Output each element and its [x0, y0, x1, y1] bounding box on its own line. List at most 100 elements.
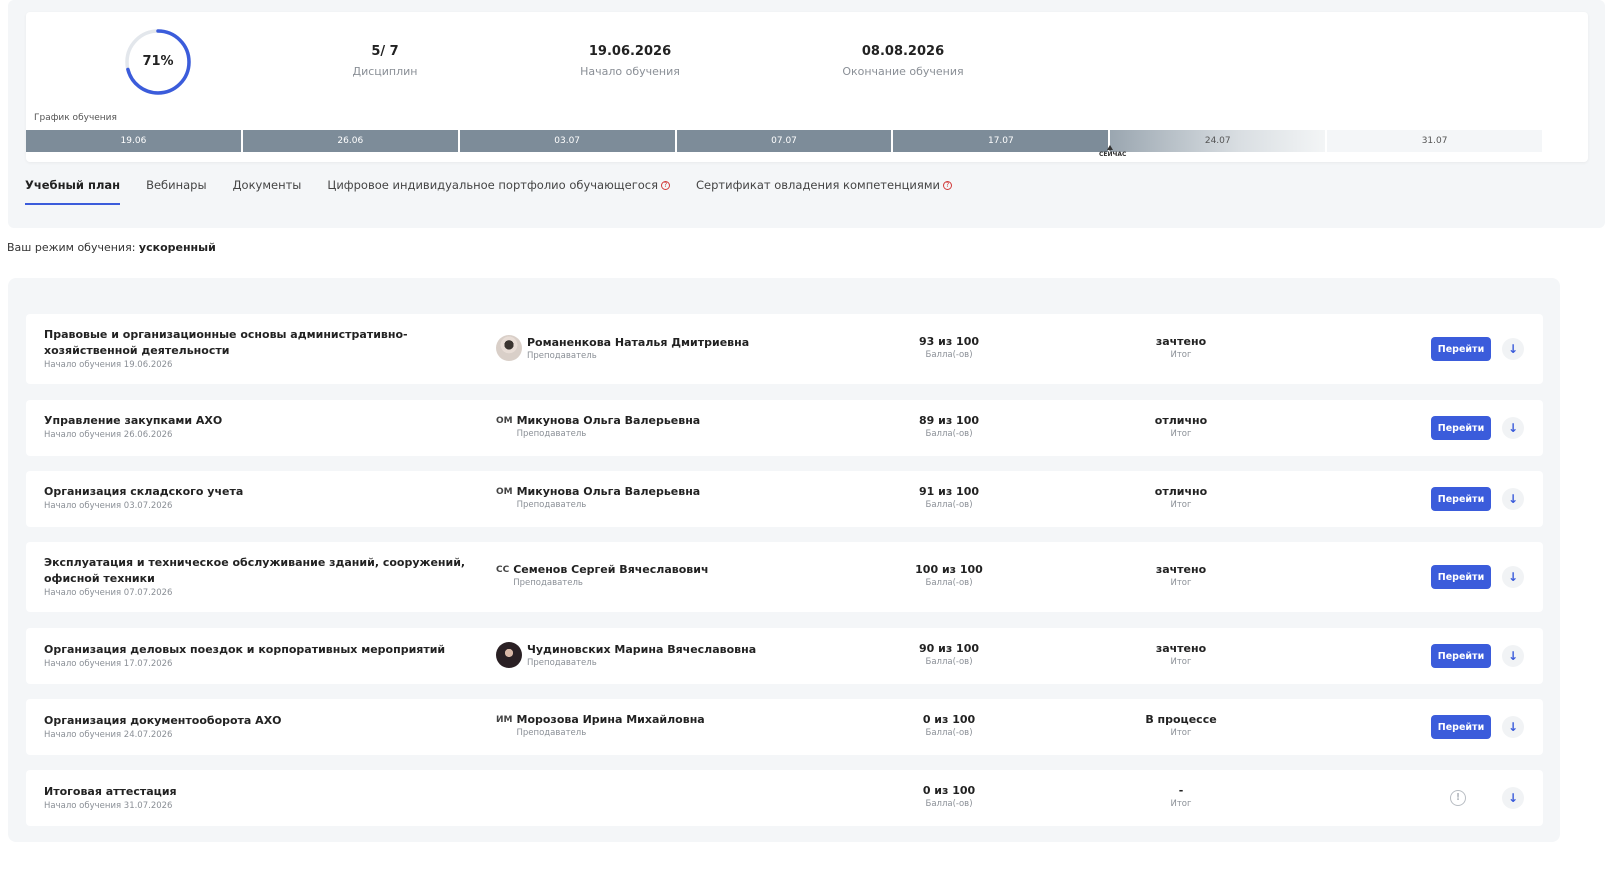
teacher-info: ОМ Микунова Ольга Валерьевна Преподавател…	[496, 414, 700, 439]
timeline-segment: 03.07	[459, 130, 677, 152]
score-unit: Балла(-ов)	[925, 429, 973, 439]
result-block: - Итог	[1131, 784, 1231, 809]
course-start-date: Начало обучения 17.07.2026	[44, 659, 173, 669]
course-name: Управление закупками АХО	[44, 414, 223, 427]
timeline-segment-future: 31.07	[1327, 130, 1543, 152]
teacher-role: Преподаватель	[516, 429, 587, 439]
expand-arrow-icon[interactable]: ↓	[1502, 488, 1524, 510]
tab-label: Учебный план	[25, 178, 121, 192]
course-row: Правовые и организационные основы админи…	[26, 314, 1543, 384]
tab-study-plan[interactable]: Учебный план	[25, 175, 121, 205]
course-name: Правовые и организационные основы админи…	[44, 328, 408, 357]
course-start-date: Начало обучения 03.07.2026	[44, 501, 173, 511]
course-info: Эксплуатация и техническое обслуживание …	[44, 555, 484, 598]
go-button[interactable]: Перейти	[1431, 644, 1491, 668]
course-start-date: Начало обучения 31.07.2026	[44, 801, 173, 811]
result-value: зачтено	[1155, 642, 1207, 655]
go-button[interactable]: Перейти	[1431, 715, 1491, 739]
score-unit: Балла(-ов)	[925, 350, 973, 360]
score-block: 100 из 100 Балла(-ов)	[899, 563, 999, 588]
course-start-date: Начало обучения 26.06.2026	[44, 430, 173, 440]
course-info: Организация складского учета Начало обуч…	[44, 484, 484, 511]
result-block: отлично Итог	[1131, 414, 1231, 439]
result-block: зачтено Итог	[1131, 642, 1231, 667]
score-block: 93 из 100 Балла(-ов)	[899, 335, 999, 360]
result-value: отлично	[1154, 485, 1208, 498]
course-info: Правовые и организационные основы админи…	[44, 327, 484, 370]
course-name: Эксплуатация и техническое обслуживание …	[44, 556, 466, 585]
tab-label: Цифровое индивидуальное портфолио обучаю…	[327, 178, 659, 192]
go-button[interactable]: Перейти	[1431, 416, 1491, 440]
score-unit: Балла(-ов)	[925, 500, 973, 510]
tab-label: Документы	[232, 178, 302, 192]
course-info: Управление закупками АХО Начало обучения…	[44, 413, 484, 440]
course-info: Организация документооборота АХО Начало …	[44, 713, 484, 740]
expand-arrow-icon[interactable]: ↓	[1502, 716, 1524, 738]
schedule-timeline: 19.06 26.06 03.07 07.07 17.07 24.07 31.0…	[26, 130, 1543, 152]
teacher-info: Чудиновских Марина Вячеславовна Преподава…	[496, 642, 756, 668]
tab-certificate[interactable]: Сертификат овладения компетенциями?	[696, 175, 952, 205]
teacher-info: ИМ Морозова Ирина Михайловна Преподавател…	[496, 713, 705, 738]
now-marker-label: СЕЙЧАС	[1099, 151, 1127, 158]
teacher-name: Микунова Ольга Валерьевна	[516, 414, 701, 427]
teacher-info: СС Семенов Сергей Вячеславович Преподават…	[496, 563, 709, 588]
course-name: Организация деловых поездок и корпоратив…	[44, 643, 446, 656]
tab-bar: Учебный план Вебинары Документы Цифровое…	[25, 175, 978, 207]
result-label: Итог	[1170, 500, 1192, 510]
go-button[interactable]: Перейти	[1431, 487, 1491, 511]
locked-warning-icon[interactable]: !	[1450, 790, 1466, 806]
schedule-title: График обучения	[34, 113, 117, 123]
teacher-info: Романенкова Наталья Дмитриевна Преподават…	[496, 335, 749, 361]
course-start-date: Начало обучения 19.06.2026	[44, 360, 173, 370]
disciplines-label: Дисциплин	[352, 65, 418, 78]
course-name: Организация документооборота АХО	[44, 714, 282, 727]
score-block: 0 из 100 Балла(-ов)	[899, 713, 999, 738]
result-label: Итог	[1170, 578, 1192, 588]
help-icon[interactable]: ?	[942, 181, 952, 190]
score-block: 89 из 100 Балла(-ов)	[899, 414, 999, 439]
result-label: Итог	[1170, 350, 1192, 360]
tab-label: Сертификат овладения компетенциями	[696, 178, 940, 192]
teacher-name: Семенов Сергей Вячеславович	[513, 563, 709, 576]
tab-documents[interactable]: Документы	[233, 175, 302, 205]
start-date-value: 19.06.2026	[588, 44, 672, 59]
tab-portfolio[interactable]: Цифровое индивидуальное портфолио обучаю…	[327, 175, 671, 205]
course-name: Организация складского учета	[44, 485, 244, 498]
now-marker: СЕЙЧАС	[1099, 145, 1127, 158]
teacher-avatar	[496, 335, 522, 361]
now-marker-triangle-icon	[1107, 145, 1113, 150]
teacher-name: Чудиновских Марина Вячеславовна	[527, 642, 757, 656]
expand-arrow-icon[interactable]: ↓	[1502, 338, 1524, 360]
teacher-role: Преподаватель	[527, 350, 597, 361]
disciplines-stat: 5/ 7 Дисциплин	[285, 44, 485, 78]
expand-arrow-icon[interactable]: ↓	[1502, 417, 1524, 439]
result-value: В процессе	[1145, 713, 1217, 726]
expand-arrow-icon[interactable]: ↓	[1502, 645, 1524, 667]
result-value: зачтено	[1155, 335, 1207, 348]
score-block: 90 из 100 Балла(-ов)	[899, 642, 999, 667]
score-value: 89 из 100	[918, 414, 980, 427]
teacher-name: Микунова Ольга Валерьевна	[516, 485, 701, 498]
help-icon[interactable]: ?	[661, 181, 671, 190]
expand-arrow-icon[interactable]: ↓	[1502, 787, 1524, 809]
end-date-value: 08.08.2026	[861, 44, 945, 59]
course-name: Итоговая аттестация	[44, 785, 177, 798]
score-value: 90 из 100	[918, 642, 980, 655]
go-button[interactable]: Перейти	[1431, 565, 1491, 589]
end-date-label: Окончание обучения	[842, 65, 964, 78]
result-block: отлично Итог	[1131, 485, 1231, 510]
timeline-segment: 19.06	[26, 130, 243, 152]
course-row: Организация складского учета Начало обуч…	[26, 471, 1543, 527]
teacher-role: Преподаватель	[513, 578, 583, 588]
course-row: Эксплуатация и техническое обслуживание …	[26, 542, 1543, 612]
study-mode: Ваш режим обучения: ускоренный	[7, 241, 216, 254]
go-button[interactable]: Перейти	[1431, 337, 1491, 361]
result-label: Итог	[1170, 429, 1192, 439]
expand-arrow-icon[interactable]: ↓	[1502, 566, 1524, 588]
result-value: -	[1178, 784, 1184, 797]
score-value: 93 из 100	[918, 335, 980, 348]
result-value: отлично	[1154, 414, 1208, 427]
course-row: Итоговая аттестация Начало обучения 31.0…	[26, 770, 1543, 826]
tab-webinars[interactable]: Вебинары	[146, 175, 206, 205]
result-label: Итог	[1170, 728, 1192, 738]
